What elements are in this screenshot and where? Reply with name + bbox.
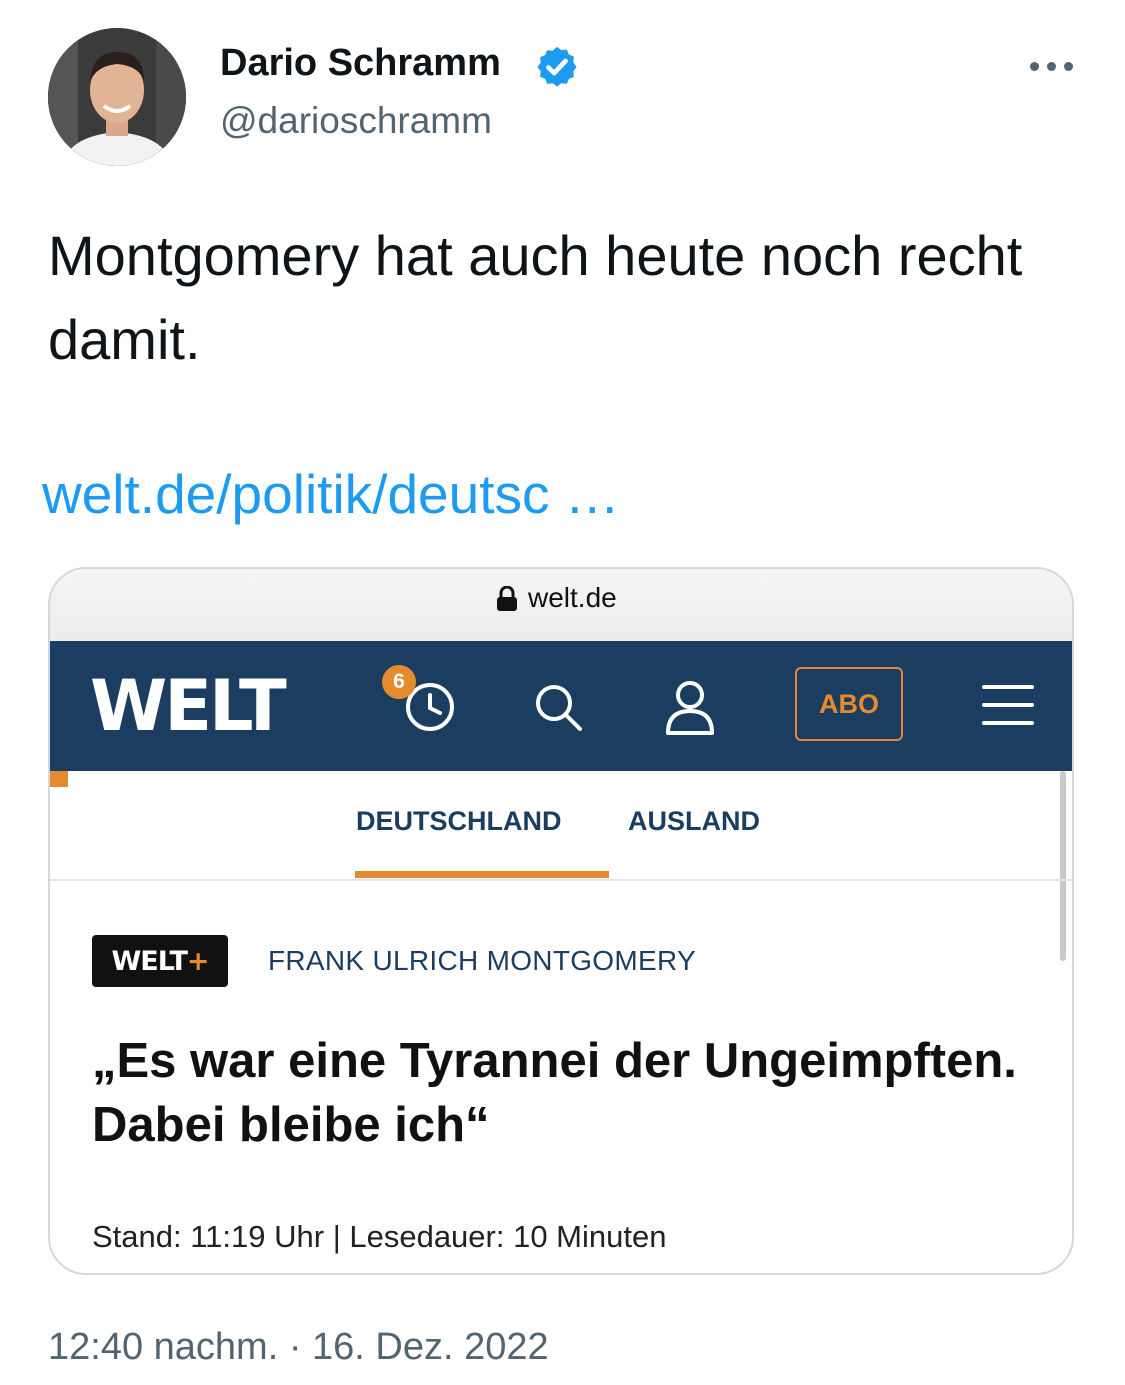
abo-button: ABO <box>795 667 903 741</box>
welt-header: WELT 6 ABO <box>50 641 1072 771</box>
tab-deutschland: DEUTSCHLAND <box>356 806 562 836</box>
menu-icon <box>982 685 1034 725</box>
tweet-link[interactable]: welt.de/politik/deutsc … <box>42 462 620 526</box>
active-tab-underline <box>355 871 609 878</box>
browser-address-bar: welt.de <box>50 569 1072 641</box>
tab-ausland: AUSLAND <box>628 806 760 836</box>
avatar[interactable] <box>48 28 186 166</box>
user-icon <box>666 681 714 735</box>
url-text: welt.de <box>528 582 617 613</box>
author-name[interactable]: Dario Schramm <box>220 42 501 85</box>
nav-divider <box>50 879 1072 881</box>
welt-plus-badge-text: WELT <box>111 945 187 977</box>
article-kicker: FRANK ULRICH MONTGOMERY <box>268 945 696 976</box>
welt-plus-badge-plus: + <box>186 945 210 977</box>
author-handle[interactable]: @darioschramm <box>220 100 492 142</box>
history-count-badge: 6 <box>382 665 416 699</box>
avatar-image <box>48 28 186 166</box>
lock-icon <box>497 586 517 611</box>
tweet-text: Montgomery hat auch heute noch recht dam… <box>48 224 1023 371</box>
article-meta: Stand: 11:19 Uhr | Lesedauer: 10 Minuten <box>92 1219 667 1254</box>
verified-badge-icon <box>537 46 577 87</box>
welt-plus-badge: WELT + <box>92 935 228 987</box>
orange-marker <box>50 771 68 787</box>
article-headline: „Es war eine Tyrannei der Ungeimpften. D… <box>92 1034 1017 1152</box>
welt-logo: WELT <box>90 665 287 747</box>
tweet-timestamp[interactable]: 12:40 nachm. · 16. Dez. 2022 <box>48 1326 549 1369</box>
scrollbar <box>1060 771 1066 961</box>
search-icon <box>536 685 582 731</box>
more-options-icon[interactable] <box>1030 56 1078 76</box>
article-screenshot-card[interactable]: welt.de WELT 6 ABO DEUTSCHLAND AUSLAND W… <box>48 567 1074 1275</box>
